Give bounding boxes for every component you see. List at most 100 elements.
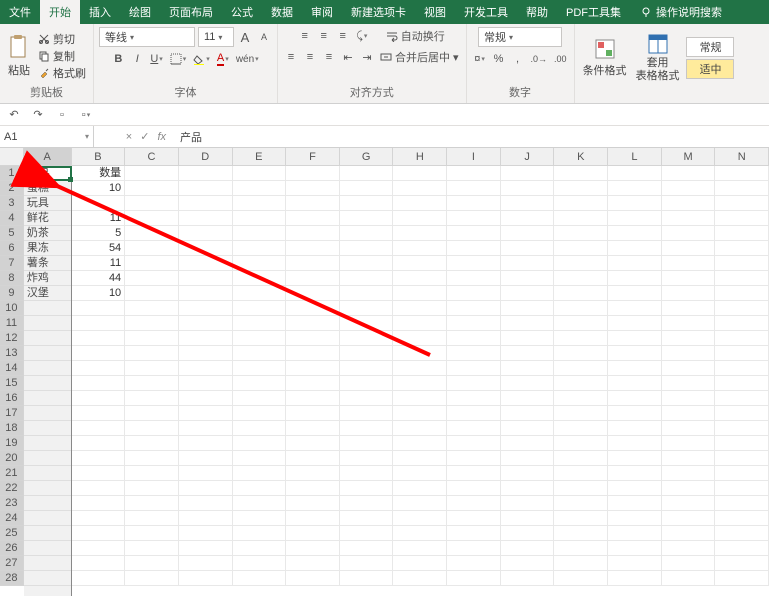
cell[interactable]: [608, 211, 662, 226]
cell[interactable]: [340, 541, 394, 556]
cell[interactable]: [662, 226, 716, 241]
cell[interactable]: [233, 211, 287, 226]
cell[interactable]: [501, 496, 555, 511]
cell[interactable]: [447, 286, 501, 301]
cell[interactable]: [447, 196, 501, 211]
cancel-button[interactable]: ×: [126, 131, 132, 143]
cell[interactable]: [554, 481, 608, 496]
cell[interactable]: [554, 346, 608, 361]
cell[interactable]: [179, 286, 233, 301]
cell[interactable]: [233, 331, 287, 346]
cell[interactable]: [24, 346, 72, 361]
cell[interactable]: [340, 166, 394, 181]
cell[interactable]: [501, 346, 555, 361]
cell[interactable]: [447, 496, 501, 511]
cell[interactable]: [72, 496, 126, 511]
cell[interactable]: [179, 226, 233, 241]
align-bottom-button[interactable]: ≡: [335, 27, 351, 45]
col-header-B[interactable]: B: [72, 148, 126, 166]
cell[interactable]: [447, 361, 501, 376]
cell[interactable]: [286, 166, 340, 181]
cell[interactable]: [233, 346, 287, 361]
row-header[interactable]: 12: [0, 331, 24, 346]
cell[interactable]: [662, 181, 716, 196]
cell[interactable]: [125, 286, 179, 301]
cell[interactable]: [715, 481, 769, 496]
cell[interactable]: [393, 196, 447, 211]
cell[interactable]: 炸鸡: [24, 271, 72, 286]
cell[interactable]: [340, 361, 394, 376]
cell[interactable]: [125, 301, 179, 316]
percent-button[interactable]: %: [491, 50, 507, 68]
cell[interactable]: [447, 226, 501, 241]
cell[interactable]: [662, 376, 716, 391]
cut-button[interactable]: 剪切: [36, 31, 88, 47]
cell[interactable]: [233, 436, 287, 451]
cell[interactable]: [286, 526, 340, 541]
row-header[interactable]: 7: [0, 256, 24, 271]
cell[interactable]: [340, 316, 394, 331]
cell[interactable]: [608, 226, 662, 241]
cell[interactable]: [608, 511, 662, 526]
cell[interactable]: [340, 181, 394, 196]
cell[interactable]: [72, 376, 126, 391]
tab-data[interactable]: 数据: [262, 0, 302, 24]
row-header[interactable]: 2: [0, 181, 24, 196]
cell[interactable]: [340, 271, 394, 286]
cell[interactable]: [554, 286, 608, 301]
cell[interactable]: [501, 316, 555, 331]
redo-button[interactable]: ↷: [30, 106, 46, 124]
cell[interactable]: [340, 376, 394, 391]
cell[interactable]: [501, 556, 555, 571]
fx-button[interactable]: fx: [157, 131, 166, 143]
cell[interactable]: 鲜花: [24, 211, 72, 226]
cell[interactable]: [447, 256, 501, 271]
cell[interactable]: [233, 556, 287, 571]
row-header[interactable]: 26: [0, 541, 24, 556]
cell[interactable]: [447, 526, 501, 541]
cell[interactable]: [340, 256, 394, 271]
cell[interactable]: [715, 166, 769, 181]
cell[interactable]: [608, 286, 662, 301]
cell[interactable]: [447, 406, 501, 421]
copy-button[interactable]: 复制: [36, 48, 88, 64]
cell[interactable]: [662, 466, 716, 481]
increase-font-button[interactable]: A: [237, 28, 253, 46]
cell[interactable]: [233, 286, 287, 301]
cell[interactable]: [233, 361, 287, 376]
cell[interactable]: [662, 346, 716, 361]
cell[interactable]: [608, 331, 662, 346]
cell[interactable]: [179, 211, 233, 226]
cell[interactable]: 54: [72, 241, 126, 256]
cell[interactable]: [286, 436, 340, 451]
cell[interactable]: [715, 451, 769, 466]
cell[interactable]: [340, 406, 394, 421]
cell[interactable]: [125, 316, 179, 331]
cell[interactable]: [340, 451, 394, 466]
cell[interactable]: [340, 556, 394, 571]
cell[interactable]: [554, 541, 608, 556]
row-header[interactable]: 21: [0, 466, 24, 481]
col-header-K[interactable]: K: [554, 148, 608, 166]
cell[interactable]: [72, 526, 126, 541]
cell[interactable]: [286, 271, 340, 286]
row-header[interactable]: 18: [0, 421, 24, 436]
cell[interactable]: [554, 376, 608, 391]
cell[interactable]: [554, 271, 608, 286]
cell[interactable]: [286, 241, 340, 256]
cell[interactable]: [233, 406, 287, 421]
tab-dev[interactable]: 开发工具: [455, 0, 517, 24]
dec-decimal-button[interactable]: .00: [552, 50, 569, 68]
cell[interactable]: [447, 436, 501, 451]
cell[interactable]: [608, 316, 662, 331]
table-format-button[interactable]: 套用 表格格式: [633, 31, 683, 83]
cell[interactable]: [662, 316, 716, 331]
cell[interactable]: [340, 391, 394, 406]
cell[interactable]: [393, 226, 447, 241]
border-button[interactable]: ▾: [168, 50, 189, 68]
cell[interactable]: [340, 481, 394, 496]
style-good[interactable]: 常规: [686, 37, 734, 57]
cell[interactable]: [501, 466, 555, 481]
cell[interactable]: [24, 376, 72, 391]
col-header-E[interactable]: E: [233, 148, 287, 166]
